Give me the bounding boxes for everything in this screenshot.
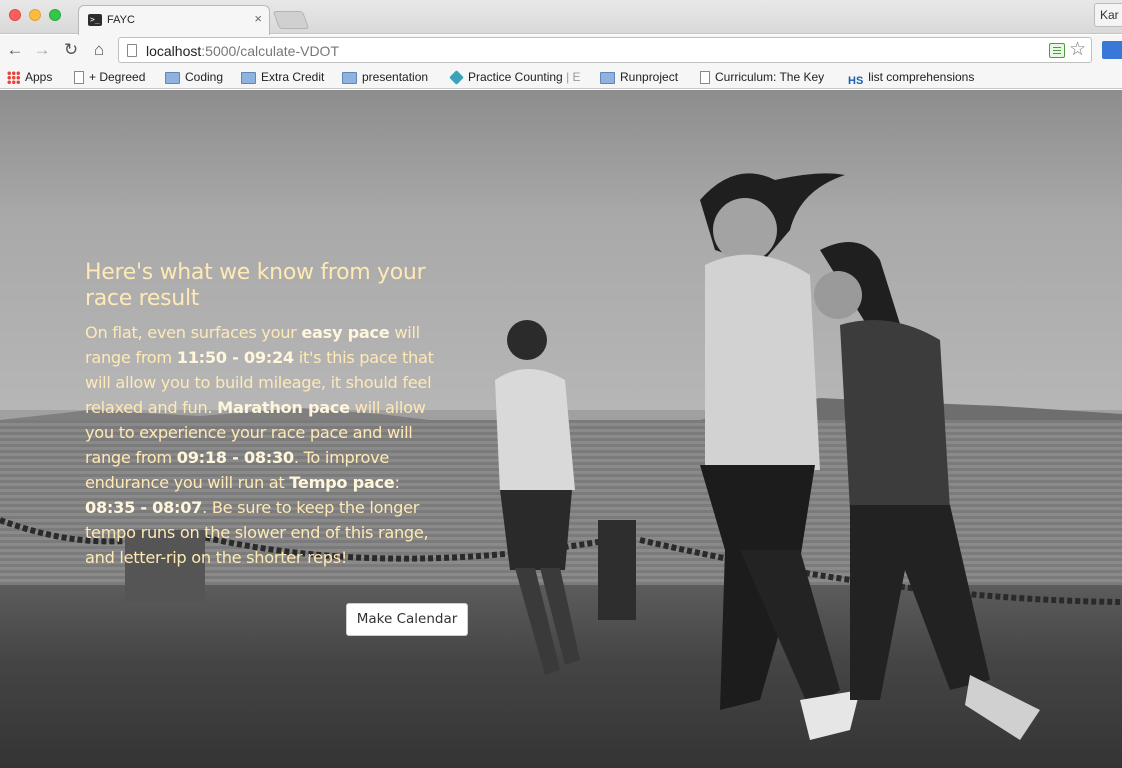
profile-button[interactable]: Kar xyxy=(1094,3,1122,27)
bookmark-practice-counting[interactable]: Practice Counting | E xyxy=(449,69,581,85)
folder-icon xyxy=(165,72,180,84)
folder-icon xyxy=(342,72,357,84)
page-icon xyxy=(127,44,137,57)
home-icon[interactable]: ⌂ xyxy=(88,39,110,61)
bookmark-runproject[interactable]: Runproject xyxy=(600,69,678,85)
url-host: localhost xyxy=(146,43,202,59)
tempo-pace-range: 08:35 - 08:07 xyxy=(85,498,203,517)
bookmark-label: Practice Counting xyxy=(468,70,563,84)
hs-icon: HS xyxy=(848,75,864,87)
address-bar[interactable]: localhost:5000/calculate-VDOT ☆ xyxy=(118,37,1092,63)
bookmarks-bar: Apps + Degreed Coding Extra Credit prese… xyxy=(0,65,1122,89)
extension-badge-icon[interactable] xyxy=(1102,41,1122,59)
folder-icon xyxy=(600,72,615,84)
window-minimize-button[interactable] xyxy=(29,9,41,21)
url-path: :5000/calculate-VDOT xyxy=(201,43,339,59)
reload-icon[interactable]: ↻ xyxy=(60,39,82,61)
marathon-pace-range: 09:18 - 08:30 xyxy=(176,448,294,467)
back-arrow-icon[interactable]: ← xyxy=(4,39,26,61)
tab-title: FAYC xyxy=(107,14,135,26)
bookmark-label: Apps xyxy=(25,70,53,84)
bookmark-label: + Degreed xyxy=(89,70,146,84)
bookmark-degreed[interactable]: + Degreed xyxy=(74,69,145,85)
bookmark-list-comprehensions[interactable]: HS list comprehensions xyxy=(848,69,975,87)
bookmark-label: presentation xyxy=(362,70,429,84)
marathon-pace-label: Marathon pace xyxy=(217,398,350,417)
easy-pace-label: easy pace xyxy=(301,323,390,342)
url-text[interactable]: localhost:5000/calculate-VDOT xyxy=(146,43,339,59)
bookmark-star-icon[interactable]: ☆ xyxy=(1069,39,1086,61)
extension-icon[interactable] xyxy=(1049,43,1065,58)
hero-background-photo: Here's what we know from your race resul… xyxy=(0,90,1122,768)
results-copy: Here's what we know from your race resul… xyxy=(85,260,445,570)
make-calendar-button[interactable]: Make Calendar xyxy=(346,603,468,636)
bookmark-label: list comprehensions xyxy=(868,70,975,84)
bookmark-apps[interactable]: Apps xyxy=(7,69,52,85)
window-maximize-button[interactable] xyxy=(49,9,61,21)
browser-toolbar: ← → ↻ ⌂ localhost:5000/calculate-VDOT ☆ xyxy=(0,35,1122,65)
bookmark-label: Curriculum: The Key xyxy=(715,70,825,84)
bookmark-extra-credit[interactable]: Extra Credit xyxy=(241,69,324,85)
bookmark-label: Extra Credit xyxy=(261,70,325,84)
easy-pace-range: 11:50 - 09:24 xyxy=(176,348,294,367)
text-segment: On flat, even surfaces your xyxy=(85,323,302,342)
text-segment: : xyxy=(394,473,400,492)
tab-close-icon[interactable]: × xyxy=(254,12,262,26)
new-tab-button[interactable] xyxy=(272,11,310,29)
page-icon xyxy=(700,71,710,84)
terminal-favicon-icon: >_ xyxy=(88,14,102,26)
tempo-pace-label: Tempo pace xyxy=(289,473,395,492)
window-close-button[interactable] xyxy=(9,9,21,21)
results-paragraph: On flat, even surfaces your easy pace wi… xyxy=(85,320,445,570)
apps-grid-icon xyxy=(7,71,20,84)
bookmark-label-suffix: | E xyxy=(566,70,581,84)
browser-tab[interactable]: >_ FAYC × xyxy=(78,5,270,35)
bookmark-curriculum[interactable]: Curriculum: The Key xyxy=(700,69,824,85)
forward-arrow-icon[interactable]: → xyxy=(31,39,53,61)
browser-titlebar: >_ FAYC × Kar xyxy=(0,0,1122,35)
bookmark-presentation[interactable]: presentation xyxy=(342,69,428,85)
bookmark-label: Runproject xyxy=(620,70,679,84)
bookmark-label: Coding xyxy=(185,70,224,84)
bookmark-coding[interactable]: Coding xyxy=(165,69,223,85)
results-heading: Here's what we know from your race resul… xyxy=(85,260,426,311)
folder-icon xyxy=(241,72,256,84)
gem-icon xyxy=(449,70,464,85)
page-icon xyxy=(74,71,84,84)
